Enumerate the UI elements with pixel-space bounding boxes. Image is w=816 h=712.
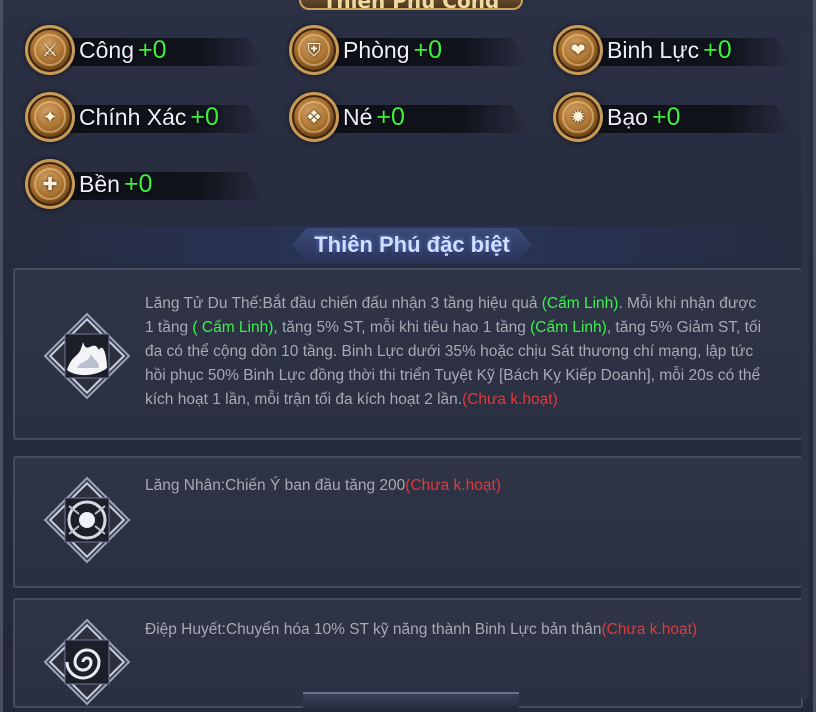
stat-value: +0 [703,35,732,64]
stat-binh-luc: ❤ Binh Lực +0 [553,25,793,75]
sword-icon: ⚔ [25,25,75,75]
stat-cong: ⚔ Công +0 [25,25,265,75]
section-header: Thiên Phú đặc biệt [6,226,813,264]
stat-label: Công [79,36,134,63]
stat-label: Bạo [607,103,648,130]
panel-banner: Thiên Phú Công [299,0,523,10]
stat-label: Né [343,103,373,130]
talent-description: Lăng Tử Du Thế:Bắt đầu chiến đấu nhận 3 … [145,295,762,408]
spirit-orb-icon [43,476,131,564]
stat-value: +0 [413,35,443,64]
heart-icon: ❤ [553,25,603,75]
status-inactive: (Chưa k.hoạt) [462,391,558,408]
talent-card[interactable]: Lăng Nhân:Chiến Ý ban đầu tăng 200(Chưa … [13,456,803,588]
crit-icon: ✹ [553,92,603,142]
stat-label: Binh Lực [607,36,700,63]
stat-bao: ✹ Bạo +0 [553,92,793,142]
flame-burst-icon [43,312,131,400]
talent-description: Lăng Nhân:Chiến Ý ban đầu tăng 200(Chưa … [145,477,501,494]
section-title: Thiên Phú đặc biệt [314,232,510,257]
stat-value: +0 [137,35,167,64]
talent-name: Điệp Huyết: [145,621,226,638]
dodge-icon: ❖ [289,92,339,142]
stat-ben: ✚ Bền +0 [25,159,265,209]
stat-label: Chính Xác [79,103,187,130]
talent-card[interactable]: Lăng Tử Du Thế:Bắt đầu chiến đấu nhận 3 … [13,268,803,440]
stat-value: +0 [376,102,405,131]
stat-label: Phòng [343,36,410,63]
panel-banner-title: Thiên Phú Công [323,0,500,8]
stat-label: Bền [79,170,120,197]
stat-phong: ⛨ Phòng +0 [289,25,529,75]
stat-chinh-xac: ✦ Chính Xác +0 [25,92,265,142]
talent-description: Điệp Huyết:Chuyển hóa 10% ST kỹ năng thà… [145,621,698,638]
status-inactive: (Chưa k.hoạt) [601,621,698,638]
target-icon: ✦ [25,92,75,142]
stat-value: +0 [123,169,153,198]
scrollbar[interactable] [801,30,809,700]
stat-value: +0 [651,102,681,131]
shield-icon: ⛨ [289,25,339,75]
talent-name: Lăng Nhân: [145,477,226,494]
talent-panel: Thiên Phú Công ⚔ Công +0 ⛨ Phòng +0 ❤ Bi… [0,0,816,712]
bottom-ornament [303,692,519,712]
talent-name: Lăng Tử Du Thế: [145,295,263,312]
armor-icon: ✚ [25,159,75,209]
stat-value: +0 [190,102,219,131]
stat-ne: ❖ Né +0 [289,92,529,142]
status-inactive: (Chưa k.hoạt) [405,477,501,494]
vortex-icon [43,618,131,706]
